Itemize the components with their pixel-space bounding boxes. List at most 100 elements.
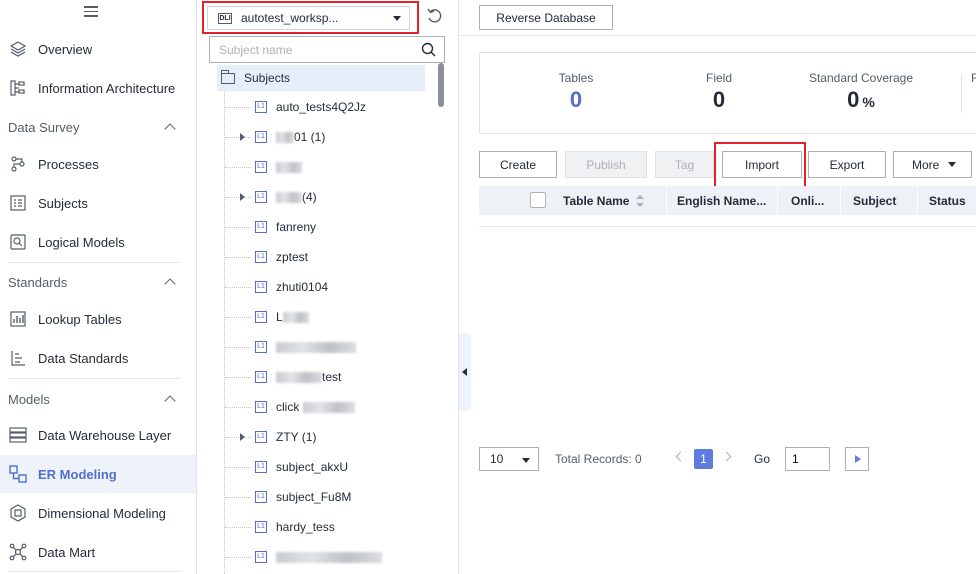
- column-header-table-name[interactable]: Table Name: [563, 186, 663, 215]
- subject-search-input[interactable]: [219, 42, 409, 57]
- tree-node-label: test: [322, 370, 342, 384]
- level1-icon: L1: [255, 521, 267, 533]
- chevron-up-icon: [164, 278, 176, 290]
- tree-node[interactable]: L1 subject_Fu8M: [225, 484, 351, 510]
- sort-icon[interactable]: [636, 194, 645, 207]
- tree-node[interactable]: L1 auto_tests4Q2Jz: [225, 94, 366, 120]
- redacted-text: [276, 341, 356, 353]
- publish-button[interactable]: Publish: [565, 151, 647, 178]
- reverse-database-button[interactable]: Reverse Database: [479, 5, 613, 30]
- nav-item-processes[interactable]: Processes: [0, 145, 196, 183]
- import-button[interactable]: Import: [722, 151, 802, 178]
- tree-node[interactable]: L1 test: [225, 364, 341, 390]
- data-standards-icon: [9, 349, 27, 367]
- nav-item-dimensional-modeling[interactable]: Dimensional Modeling: [0, 494, 196, 532]
- more-button-label: More: [912, 157, 940, 172]
- tree-node[interactable]: L1 ZTY (1): [225, 424, 316, 450]
- level1-icon: L1: [255, 551, 267, 563]
- nav-item-label: Data Standards: [38, 350, 129, 366]
- main-content: Reverse Database Tables 0 Field 0 Standa…: [460, 0, 976, 574]
- nav-item-label: Data Warehouse Layer: [38, 427, 172, 443]
- tree-node[interactable]: L1: [225, 154, 302, 180]
- nav-item-data-mart[interactable]: Data Mart: [0, 533, 196, 571]
- tree-node[interactable]: L1 subject_akxU: [225, 454, 348, 480]
- tree-node[interactable]: L1 zptest: [225, 244, 308, 270]
- redacted-text: [276, 161, 302, 173]
- overview-icon: [9, 40, 27, 58]
- tree-root-label: Subjects: [244, 71, 291, 85]
- lookup-tables-icon: [9, 310, 27, 328]
- tree-node-label: zptest: [276, 250, 309, 264]
- export-button[interactable]: Export: [808, 151, 886, 178]
- expand-arrow-icon[interactable]: [240, 133, 245, 141]
- stat-tables-value[interactable]: 0: [551, 87, 601, 113]
- tree-node-label: auto_tests4Q2Jz: [276, 100, 367, 114]
- nav-item-data-standards[interactable]: Data Standards: [0, 339, 196, 377]
- level1-icon: L1: [255, 101, 267, 113]
- information-architecture-icon: [9, 79, 27, 97]
- prev-page-icon[interactable]: [675, 451, 686, 462]
- select-all-checkbox[interactable]: [530, 192, 546, 208]
- workspace-select[interactable]: DLI autotest_worksp...: [207, 6, 410, 30]
- tree-node[interactable]: L1 L: [225, 304, 309, 330]
- nav-item-label: ER Modeling: [38, 466, 117, 482]
- column-header-english-name[interactable]: English Name...: [677, 186, 773, 215]
- nav-item-overview[interactable]: Overview: [0, 30, 196, 68]
- column-header-status[interactable]: Status: [929, 186, 976, 215]
- more-button[interactable]: More: [893, 151, 972, 178]
- tree-node[interactable]: L1: [225, 334, 356, 360]
- nav-divider: [8, 378, 180, 379]
- next-page-icon[interactable]: [721, 451, 732, 462]
- stats-panel: Tables 0 Field 0 Standard Coverage 0% F: [479, 52, 976, 134]
- nav-item-data-warehouse-layer[interactable]: Data Warehouse Layer: [0, 416, 196, 454]
- level1-icon: L1: [255, 371, 267, 383]
- tree-root-subjects[interactable]: Subjects: [217, 65, 425, 91]
- chevron-up-icon: [164, 123, 176, 135]
- tree-node[interactable]: L1 01 (1): [225, 124, 325, 150]
- caret-down-icon: [393, 16, 401, 21]
- column-header-subject[interactable]: Subject: [853, 186, 913, 215]
- tree-node[interactable]: L1 fanreny: [225, 214, 316, 240]
- nav-item-er-modeling[interactable]: ER Modeling: [0, 455, 196, 493]
- nav-item-information-architecture[interactable]: Information Architecture: [0, 69, 196, 107]
- go-page-input[interactable]: [785, 447, 830, 471]
- stat-truncated: F: [971, 71, 976, 85]
- nav-item-label: Overview: [38, 41, 93, 57]
- tree-node[interactable]: L1 zhuti0104: [225, 274, 328, 300]
- level1-icon: L1: [255, 341, 267, 353]
- page-size-value: 10: [490, 452, 504, 466]
- folder-icon: [221, 69, 235, 84]
- column-header-online[interactable]: Onli...: [791, 186, 831, 215]
- dimensional-modeling-icon: [9, 504, 27, 522]
- tree-node[interactable]: L1 click: [225, 394, 356, 420]
- tree-node[interactable]: L1: [225, 544, 382, 570]
- page-number-button[interactable]: 1: [694, 449, 713, 469]
- page-size-select[interactable]: 10: [479, 447, 539, 471]
- tree-node[interactable]: L1 hardy_tess: [225, 514, 335, 540]
- nav-item-subjects[interactable]: Subjects: [0, 184, 196, 222]
- stat-field: Field 0: [694, 71, 744, 113]
- nav-item-label: Dimensional Modeling: [38, 505, 166, 521]
- table-header: Table Name English Name... Onli... Subje…: [479, 186, 976, 215]
- redacted-text: [282, 311, 309, 323]
- tag-button[interactable]: Tag: [655, 151, 714, 178]
- nav-item-lookup-tables[interactable]: Lookup Tables: [0, 300, 196, 338]
- nav-group-models[interactable]: Models: [8, 384, 180, 414]
- subject-search-field[interactable]: [209, 36, 445, 63]
- expand-arrow-icon[interactable]: [240, 433, 245, 441]
- menu-icon[interactable]: [84, 6, 98, 18]
- create-button[interactable]: Create: [479, 151, 557, 178]
- search-icon[interactable]: [421, 42, 436, 60]
- tree-node-label: ZTY (1): [276, 430, 317, 444]
- stat-label: Standard Coverage: [808, 71, 914, 85]
- nav-group-standards[interactable]: Standards: [8, 267, 180, 297]
- expand-arrow-icon[interactable]: [240, 193, 245, 201]
- go-button[interactable]: [845, 447, 869, 471]
- tree-scrollbar[interactable]: [438, 63, 444, 107]
- caret-down-icon: [948, 162, 957, 167]
- refresh-icon[interactable]: [425, 7, 443, 25]
- tree-node[interactable]: L1 (4): [225, 184, 317, 210]
- pagination: 10 Total Records: 0 1 Go: [479, 447, 976, 471]
- nav-item-logical-models[interactable]: Logical Models: [0, 223, 196, 261]
- nav-group-data-survey[interactable]: Data Survey: [8, 112, 180, 142]
